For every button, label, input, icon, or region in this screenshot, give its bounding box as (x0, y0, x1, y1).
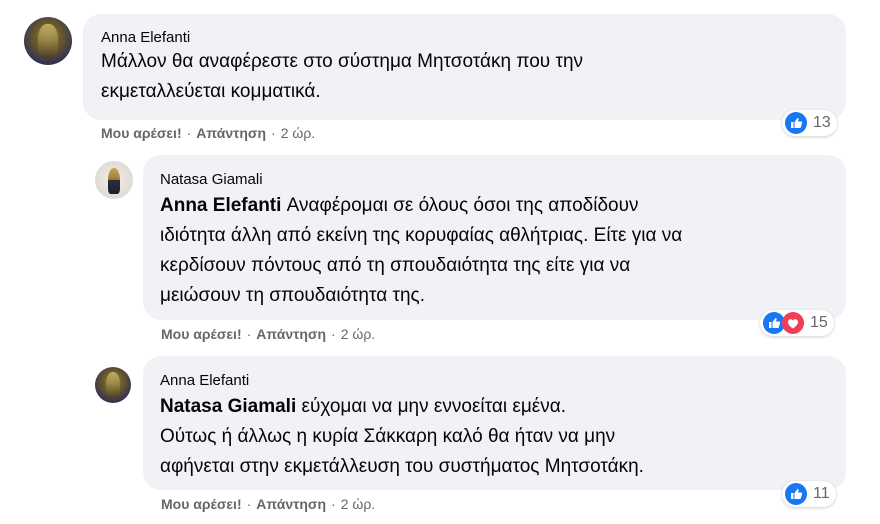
like-button[interactable]: Μου αρέσει! (161, 496, 242, 512)
comment-actions: Μου αρέσει! · Απάντηση · 2 ώρ. (161, 496, 375, 512)
separator: · (331, 326, 336, 342)
like-icon (785, 112, 807, 134)
separator: · (246, 496, 252, 512)
timestamp[interactable]: 2 ώρ. (341, 326, 375, 342)
comment-line-text: εύχομαι να μην εννοείται εμένα. (296, 396, 567, 417)
comment-line: εκμεταλλεύεται κομματικά. (101, 81, 321, 102)
avatar-anna-elefanti[interactable] (24, 17, 72, 65)
reaction-count: 13 (813, 114, 831, 131)
comment-line-text: Αναφέρομαι σε όλους όσοι της αποδίδουν (281, 195, 639, 216)
like-button[interactable]: Μου αρέσει! (101, 125, 182, 141)
like-icon (785, 483, 807, 505)
comment-line: κερδίσουν πόντους από τη σπουδαιότητα τη… (160, 255, 631, 276)
avatar-anna-elefanti[interactable] (95, 367, 131, 403)
comment-line: ιδιότητα άλλη από εκείνη της κορυφαίας α… (160, 225, 683, 246)
comment-line: αφήνεται στην εκμετάλλευση του συστήματο… (160, 456, 644, 477)
comment-line: Μάλλον θα αναφέρεστε στο σύστημα Μητσοτά… (101, 51, 584, 72)
separator: · (331, 496, 336, 512)
reaction-summary[interactable]: 13 (782, 110, 837, 136)
comment-text: Anna Elefanti Αναφέρομαι σε όλους όσοι τ… (160, 191, 682, 311)
reaction-count: 15 (810, 314, 828, 331)
reply-button[interactable]: Απάντηση (256, 496, 326, 512)
comment-author[interactable]: Natasa Giamali (160, 171, 263, 188)
separator: · (186, 125, 192, 141)
comment-bubble: Anna Elefanti Μάλλον θα αναφέρεστε στο σ… (83, 14, 846, 120)
reaction-summary[interactable]: 15 (760, 310, 834, 336)
comment-actions: Μου αρέσει! · Απάντηση · 2 ώρ. (161, 326, 375, 342)
comment-line: Natasa Giamali εύχομαι να μην εννοείται … (160, 392, 644, 422)
comment-actions: Μου αρέσει! · Απάντηση · 2 ώρ. (101, 125, 315, 141)
reply-button[interactable]: Απάντηση (256, 326, 326, 342)
mention-link[interactable]: Anna Elefanti (160, 195, 281, 216)
comment-text: Natasa Giamali εύχομαι να μην εννοείται … (160, 392, 644, 482)
mention-link[interactable]: Natasa Giamali (160, 396, 296, 417)
comment-bubble: Anna Elefanti Natasa Giamali εύχομαι να … (143, 356, 846, 490)
comment-bubble: Natasa Giamali Anna Elefanti Αναφέρομαι … (143, 155, 846, 320)
comment-author[interactable]: Anna Elefanti (160, 372, 249, 389)
comment-text: Μάλλον θα αναφέρεστε στο σύστημα Μητσοτά… (101, 47, 583, 107)
reaction-count: 11 (813, 485, 830, 502)
avatar-natasa-giamali[interactable] (95, 161, 133, 199)
comment-line: μειώσουν τη σπουδαιότητα της. (160, 285, 425, 306)
separator: · (271, 125, 276, 141)
separator: · (246, 326, 252, 342)
comment-line: Anna Elefanti Αναφέρομαι σε όλους όσοι τ… (160, 191, 682, 221)
reaction-summary[interactable]: 11 (782, 481, 836, 507)
comment-line: Ούτως ή άλλως η κυρία Σάκκαρη καλό θα ήτ… (160, 426, 616, 447)
comment-author[interactable]: Anna Elefanti (101, 29, 190, 46)
timestamp[interactable]: 2 ώρ. (341, 496, 375, 512)
reply-button[interactable]: Απάντηση (196, 125, 266, 141)
timestamp[interactable]: 2 ώρ. (281, 125, 315, 141)
like-button[interactable]: Μου αρέσει! (161, 326, 242, 342)
love-icon (782, 312, 804, 334)
